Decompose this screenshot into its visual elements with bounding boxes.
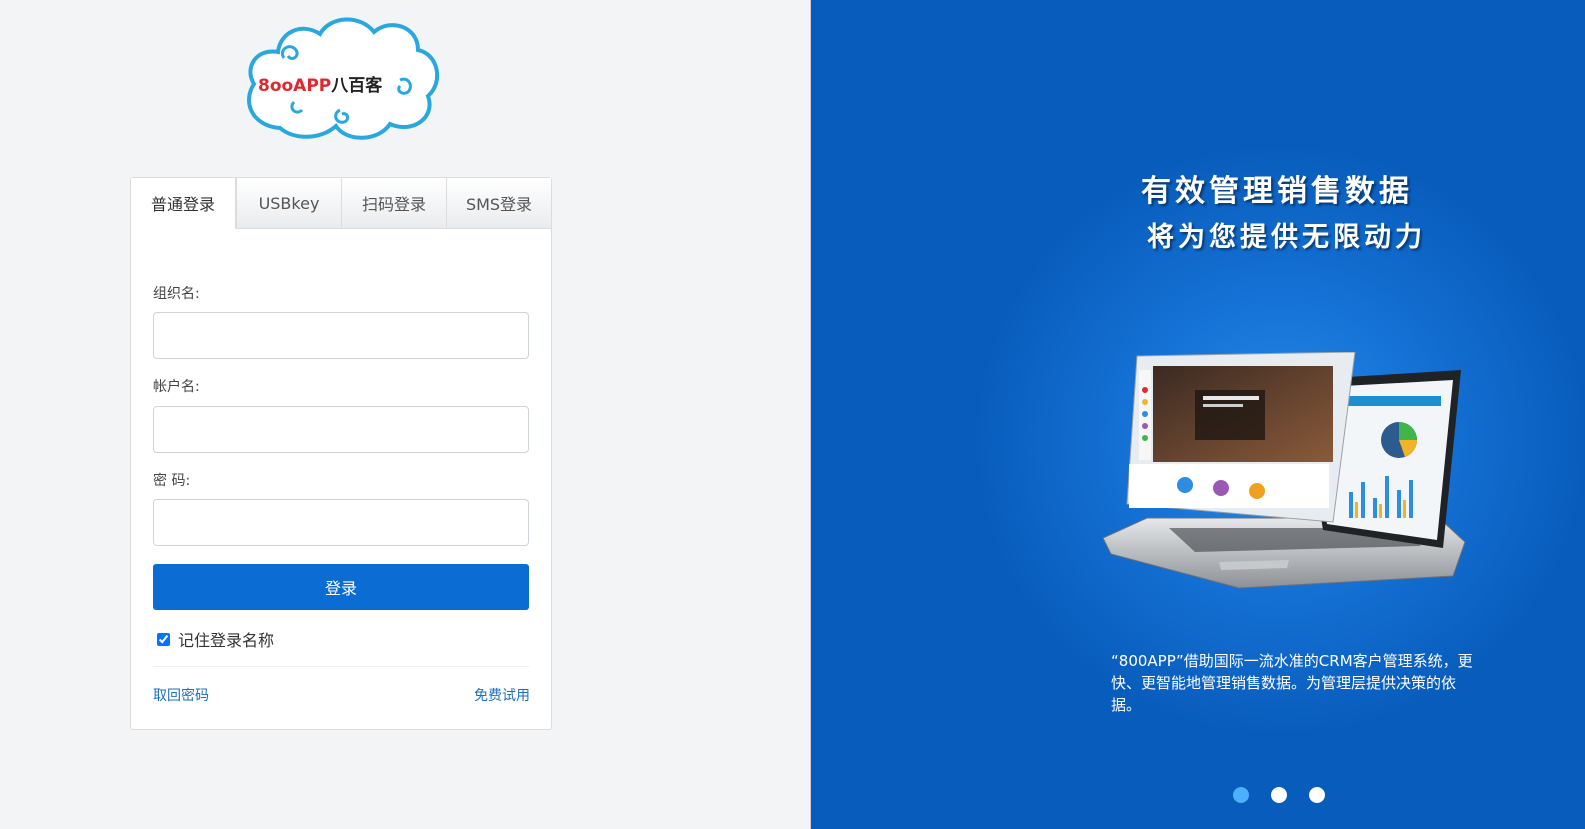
login-card: 普通登录 USBkey 扫码登录 SMS登录 组织名: 帐户名: 密 码: 登录… [130, 177, 552, 730]
promo-pane: 有效管理销售数据 将为您提供无限动力 “800APP”借助国际一流水准的CRM客… [811, 0, 1585, 829]
forgot-password-link[interactable]: 取回密码 [153, 685, 209, 705]
logo-latin-text: 8ooAPP [258, 76, 332, 96]
account-input[interactable] [153, 406, 529, 453]
login-pane: 8ooAPP八百客 普通登录 USBkey 扫码登录 SMS登录 组织名: 帐户… [0, 0, 810, 829]
logo-wordmark: 8ooAPP八百客 [258, 71, 428, 96]
laptop-illustration [1099, 352, 1469, 592]
carousel-dot-1[interactable] [1233, 787, 1249, 803]
promo-subheadline: 将为您提供无限动力 [1147, 222, 1426, 253]
tab-qr-login[interactable]: 扫码登录 [341, 178, 446, 229]
remember-checkbox[interactable] [157, 632, 170, 646]
promo-headline: 有效管理销售数据 [1141, 174, 1413, 209]
tab-sms-login[interactable]: SMS登录 [446, 178, 551, 229]
laptop-icon [1102, 352, 1466, 589]
tab-normal-login[interactable]: 普通登录 [131, 178, 236, 229]
tab-usbkey[interactable]: USBkey [236, 178, 341, 229]
org-label: 组织名: [153, 286, 200, 302]
logo-chinese-text: 八百客 [331, 76, 383, 96]
remember-label: 记住登录名称 [178, 631, 275, 650]
carousel-dot-2[interactable] [1271, 787, 1287, 803]
promo-description: “800APP”借助国际一流水准的CRM客户管理系统，更快、更智能地管理销售数据… [1111, 652, 1473, 714]
remember-username[interactable]: 记住登录名称 [157, 627, 274, 651]
org-input[interactable] [153, 312, 529, 359]
password-input[interactable] [153, 499, 529, 546]
login-tabs: 普通登录 USBkey 扫码登录 SMS登录 [131, 178, 551, 229]
carousel-dots [1233, 787, 1325, 803]
company-logo: 8ooAPP八百客 [240, 10, 442, 144]
free-trial-link[interactable]: 免费试用 [474, 685, 530, 705]
account-label: 帐户名: [153, 379, 200, 395]
divider [153, 666, 529, 667]
login-button[interactable]: 登录 [153, 564, 529, 610]
password-label: 密 码: [153, 473, 191, 489]
carousel-dot-3[interactable] [1309, 787, 1325, 803]
